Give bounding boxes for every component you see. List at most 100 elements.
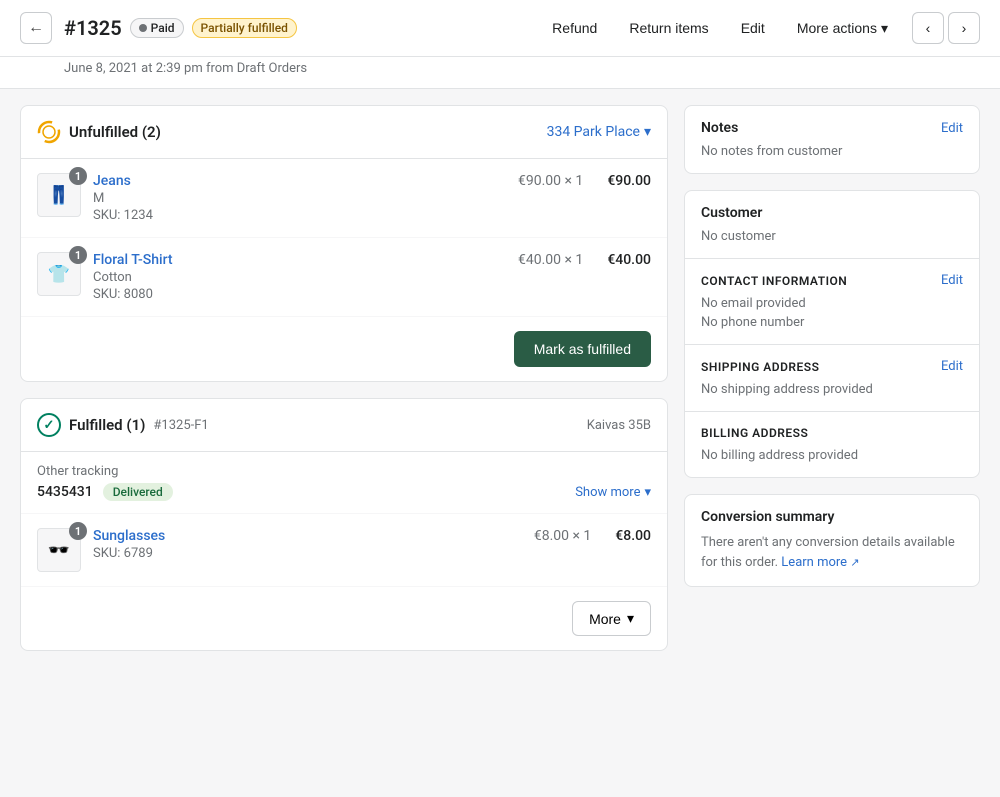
next-order-button[interactable]: › [948, 12, 980, 44]
item-unit-price: €90.00 × 1 [518, 173, 583, 189]
billing-section: BILLING ADDRESS No billing address provi… [685, 411, 979, 477]
shipping-edit-link[interactable]: Edit [941, 359, 963, 374]
order-number: #1325 [64, 16, 122, 40]
notes-section: Notes Edit No notes from customer [685, 106, 979, 173]
billing-title: BILLING ADDRESS [701, 426, 808, 440]
unfulfilled-label: Unfulfilled (2) [69, 123, 161, 141]
fulfilled-label: Fulfilled (1) [69, 416, 145, 434]
mark-fulfilled-button[interactable]: Mark as fulfilled [514, 331, 651, 367]
item-details: Jeans M SKU: 1234 [93, 173, 506, 223]
item-sku: SKU: 8080 [93, 287, 506, 302]
fulfilled-card: ✓ Fulfilled (1) #1325-F1 Kaivas 35B Othe… [20, 398, 668, 651]
contact-phone: No phone number [701, 315, 963, 330]
chevron-down-icon: ▾ [627, 610, 634, 627]
item-pricing: €90.00 × 1 €90.00 [518, 173, 651, 189]
item-name-link[interactable]: Jeans [93, 173, 131, 189]
shipping-header: SHIPPING ADDRESS Edit [701, 359, 963, 374]
fulfill-action-area: Mark as fulfilled [21, 317, 667, 381]
partial-badge: Partially fulfilled [192, 18, 297, 38]
fulfilled-title: ✓ Fulfilled (1) #1325-F1 [37, 413, 209, 437]
customer-header: Customer [701, 205, 963, 221]
order-subheader: June 8, 2021 at 2:39 pm from Draft Order… [0, 57, 1000, 89]
fulfillment-id: #1325-F1 [153, 418, 208, 433]
item-name-link[interactable]: Sunglasses [93, 528, 165, 544]
notes-title: Notes [701, 120, 738, 136]
notes-header: Notes Edit [701, 120, 963, 136]
page-header: ← #1325 Paid Partially fulfilled Refund … [0, 0, 1000, 57]
tracking-row: 5435431 Delivered Show more ▾ [37, 483, 651, 501]
item-quantity-badge: 1 [69, 246, 87, 264]
unfulfilled-location[interactable]: 334 Park Place ▾ [547, 124, 651, 140]
item-thumbnail: 🕶️ 1 [37, 528, 81, 572]
more-button[interactable]: More ▾ [572, 601, 651, 636]
shipping-section: SHIPPING ADDRESS Edit No shipping addres… [685, 344, 979, 411]
learn-more-link[interactable]: Learn more ↗ [781, 555, 859, 570]
paid-badge: Paid [130, 18, 184, 38]
conversion-text: There aren't any conversion details avai… [701, 533, 963, 572]
contact-header: CONTACT INFORMATION Edit [701, 273, 963, 288]
item-pricing: €8.00 × 1 €8.00 [534, 528, 651, 544]
more-actions-button[interactable]: More actions ▾ [789, 14, 896, 43]
tracking-section: Other tracking 5435431 Delivered Show mo… [21, 452, 667, 514]
billing-header: BILLING ADDRESS [701, 426, 963, 440]
conversion-card: Conversion summary There aren't any conv… [684, 494, 980, 587]
page-title: #1325 Paid Partially fulfilled [64, 16, 297, 40]
contact-section: CONTACT INFORMATION Edit No email provid… [685, 258, 979, 344]
conversion-section: Conversion summary There aren't any conv… [685, 495, 979, 586]
chevron-down-icon: ▾ [881, 20, 888, 37]
external-link-icon: ↗ [850, 556, 859, 569]
unfulfilled-card: Unfulfilled (2) 334 Park Place ▾ 👖 1 Jea… [20, 105, 668, 382]
item-sku: SKU: 6789 [93, 546, 522, 561]
more-action-area: More ▾ [21, 587, 667, 650]
item-unit-price: €40.00 × 1 [518, 252, 583, 268]
item-quantity-badge: 1 [69, 522, 87, 540]
show-more-link[interactable]: Show more ▾ [575, 485, 651, 500]
contact-email: No email provided [701, 296, 963, 311]
conversion-header: Conversion summary [701, 509, 963, 525]
chevron-down-icon: ▾ [644, 124, 651, 140]
item-name-link[interactable]: Floral T-Shirt [93, 252, 173, 268]
item-total: €40.00 [607, 252, 651, 268]
customer-section: Customer No customer [685, 191, 979, 258]
fulfilled-icon: ✓ [37, 413, 61, 437]
item-total: €90.00 [607, 173, 651, 189]
unfulfilled-title: Unfulfilled (2) [37, 120, 161, 144]
tracking-label: Other tracking [37, 464, 651, 479]
item-variant: M [93, 191, 506, 206]
shipping-empty: No shipping address provided [701, 382, 963, 397]
item-total: €8.00 [615, 528, 651, 544]
item-thumbnail: 👕 1 [37, 252, 81, 296]
tracking-number: 5435431 [37, 484, 93, 500]
line-item: 👖 1 Jeans M SKU: 1234 €90.00 × 1 €90.00 [21, 159, 667, 238]
edit-order-button[interactable]: Edit [733, 14, 773, 42]
contact-edit-link[interactable]: Edit [941, 273, 963, 288]
header-actions: Refund Return items Edit More actions ▾ … [544, 12, 980, 44]
notes-edit-link[interactable]: Edit [941, 121, 963, 136]
item-thumbnail: 👖 1 [37, 173, 81, 217]
page-content: Unfulfilled (2) 334 Park Place ▾ 👖 1 Jea… [0, 89, 1000, 667]
billing-empty: No billing address provided [701, 448, 963, 463]
item-details: Floral T-Shirt Cotton SKU: 8080 [93, 252, 506, 302]
paid-dot [139, 24, 147, 32]
contact-title: CONTACT INFORMATION [701, 274, 847, 288]
customer-title: Customer [701, 205, 762, 221]
item-quantity-badge: 1 [69, 167, 87, 185]
return-items-button[interactable]: Return items [621, 14, 716, 42]
notes-card: Notes Edit No notes from customer [684, 105, 980, 174]
main-column: Unfulfilled (2) 334 Park Place ▾ 👖 1 Jea… [20, 105, 668, 651]
item-unit-price: €8.00 × 1 [534, 528, 591, 544]
line-item: 🕶️ 1 Sunglasses SKU: 6789 €8.00 × 1 €8.0… [21, 514, 667, 587]
side-column: Notes Edit No notes from customer Custom… [684, 105, 980, 651]
refund-button[interactable]: Refund [544, 14, 605, 42]
item-pricing: €40.00 × 1 €40.00 [518, 252, 651, 268]
back-button[interactable]: ← [20, 12, 52, 44]
shipping-title: SHIPPING ADDRESS [701, 360, 819, 374]
fulfilled-location: Kaivas 35B [587, 418, 651, 433]
fulfilled-header: ✓ Fulfilled (1) #1325-F1 Kaivas 35B [21, 399, 667, 452]
item-variant: Cotton [93, 270, 506, 285]
prev-order-button[interactable]: ‹ [912, 12, 944, 44]
unfulfilled-header: Unfulfilled (2) 334 Park Place ▾ [21, 106, 667, 159]
customer-empty: No customer [701, 229, 963, 244]
item-sku: SKU: 1234 [93, 208, 506, 223]
nav-arrows: ‹ › [912, 12, 980, 44]
